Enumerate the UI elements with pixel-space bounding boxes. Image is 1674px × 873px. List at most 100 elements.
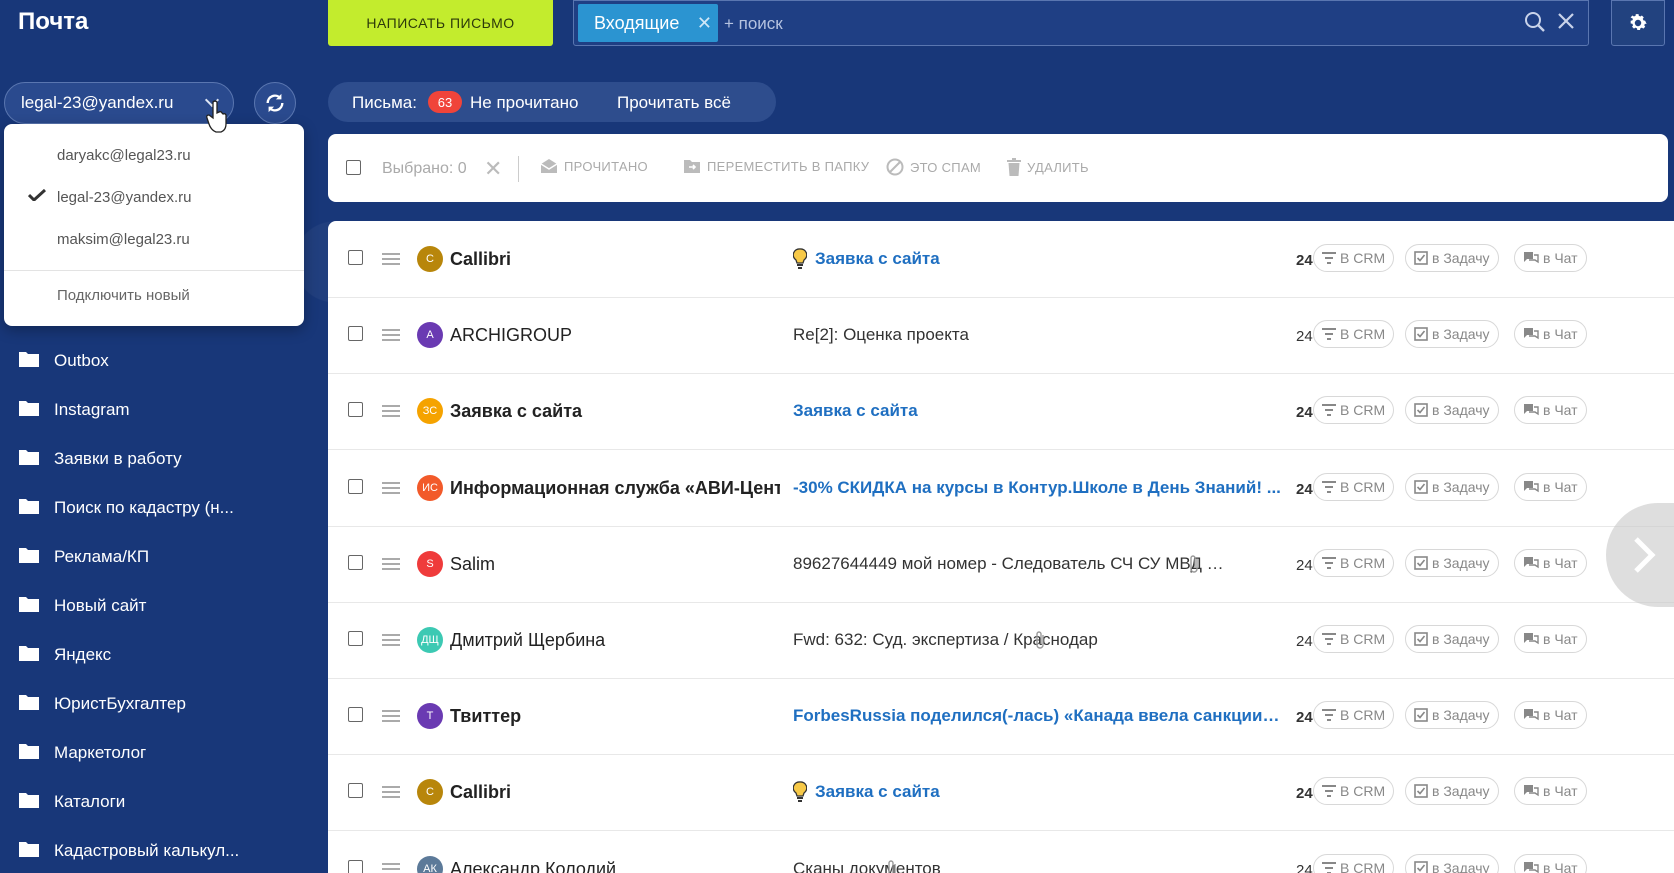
email-checkbox[interactable] [348,783,363,799]
delete-button[interactable]: УДАЛИТЬ [1007,158,1089,176]
checkbox-task-icon [1414,860,1428,873]
to-chat-button[interactable]: в Чат [1514,548,1587,577]
folder-icon [19,597,39,612]
to-task-button[interactable]: в Задачу [1405,320,1499,349]
email-row[interactable]: S Salim 89627644449 мой номер - Следовател… [328,526,1674,603]
to-crm-button[interactable]: В CRM [1313,244,1395,272]
connect-new-account[interactable]: Подключить новый [4,273,304,317]
to-crm-button[interactable]: В CRM [1313,548,1395,577]
search-icon[interactable] [1524,11,1546,33]
email-subject[interactable]: Fwd: 632: Суд. экспертиза / Краснодар [793,630,1228,650]
sidebar-folder-item[interactable]: ЮристБухгалтер [0,679,328,728]
sidebar-folder-item[interactable]: Каталоги [0,777,328,826]
email-row[interactable]: CCallibriЗаявка с сайта24 авгВ CRMв Зада… [328,221,1674,298]
email-subject[interactable]: -30% СКИДКА на курсы в Контур.Школе в Де… [793,478,1283,498]
compose-button[interactable]: НАПИСАТЬ ПИСЬМО [328,0,553,46]
email-checkbox[interactable] [348,250,363,265]
email-checkbox[interactable] [348,402,363,418]
clear-icon[interactable] [1556,11,1576,31]
drag-handle-icon[interactable] [382,557,400,570]
to-task-button[interactable]: в Задачу [1405,853,1499,873]
to-chat-button[interactable]: в Чат [1514,701,1587,730]
to-crm-button[interactable]: В CRM [1313,777,1395,806]
email-checkbox[interactable] [348,707,363,723]
mark-spam-button[interactable]: ЭТО СПАМ [886,158,981,176]
to-crm-button[interactable]: В CRM [1313,472,1395,501]
to-task-button[interactable]: в Задачу [1405,701,1499,730]
clear-selection-icon[interactable]: ✕ [484,156,502,182]
email-sender: Заявка с сайта [450,401,583,422]
email-subject[interactable]: Заявка с сайта [793,401,1283,421]
drag-handle-icon[interactable] [382,405,400,418]
search-folder-tag[interactable]: Входящие ✕ [578,4,718,42]
refresh-button[interactable] [254,82,296,124]
sidebar-folder-item[interactable]: Маркетолог [0,728,328,777]
unread-filter-link[interactable]: Не прочитано [470,93,578,113]
email-row[interactable]: ИС Информационная служба «АВИ-Центр» -30% … [328,450,1674,527]
to-chat-button[interactable]: в Чат [1514,244,1587,272]
sidebar-folder-item[interactable]: Заявки в работу [0,434,328,483]
select-all-checkbox[interactable] [346,160,361,175]
drag-handle-icon[interactable] [382,329,400,342]
email-subject[interactable]: ForbesRussia поделился(-лась) «Канада вв… [793,706,1283,726]
move-to-folder-button[interactable]: ПЕРЕМЕСТИТЬ В ПАПКУ [683,158,869,174]
drag-handle-icon[interactable] [382,481,400,494]
to-chat-button[interactable]: в Чат [1514,777,1587,806]
checkbox-task-icon [1414,251,1428,265]
drag-handle-icon[interactable] [382,862,400,873]
email-row[interactable]: ЗСЗаявка с сайтаЗаявка с сайта24 авгВ CR… [328,373,1674,451]
email-row[interactable]: АКАлександр КолодийСканы документов24 ав… [328,831,1674,873]
drag-handle-icon[interactable] [382,786,400,799]
sidebar-folder-item[interactable]: Яндекс [0,630,328,679]
to-task-button[interactable]: в Задачу [1405,472,1499,501]
settings-button[interactable] [1611,0,1665,46]
to-chat-button[interactable]: в Чат [1514,320,1587,349]
to-crm-button[interactable]: В CRM [1313,625,1395,653]
email-subject[interactable]: Заявка с сайта [815,782,1305,802]
to-task-button[interactable]: в Задачу [1405,396,1499,425]
email-row[interactable]: AARCHIGROUPRe[2]: Оценка проекта24 авгВ … [328,297,1674,375]
close-icon[interactable]: ✕ [697,13,712,34]
account-selector[interactable]: legal-23@yandex.ru [4,82,234,124]
email-checkbox[interactable] [348,554,363,570]
search-input[interactable] [724,7,1284,41]
account-option-selected[interactable]: legal-23@yandex.ru [4,175,304,219]
sidebar-folder-item[interactable]: Instagram [0,385,328,434]
email-row[interactable]: T Твиттер ForbesRussia поделился(-лась) «К… [328,678,1674,756]
to-crm-button[interactable]: В CRM [1313,320,1395,349]
filter-icon [1322,404,1336,417]
to-chat-button[interactable]: в Чат [1514,625,1587,653]
email-checkbox[interactable] [348,326,363,342]
read-all-link[interactable]: Прочитать всё [617,93,731,113]
email-row[interactable]: CCallibriЗаявка с сайта24 авгВ CRMв Зада… [328,754,1674,832]
drag-handle-icon[interactable] [382,253,400,265]
sidebar-folder-item[interactable]: Поиск по кадастру (н... [0,483,328,532]
sidebar-folder-item[interactable]: Кадастровый калькул... [0,826,328,873]
account-option[interactable]: daryakc@legal23.ru [4,133,304,177]
drag-handle-icon[interactable] [382,710,400,723]
to-chat-button[interactable]: в Чат [1514,396,1587,425]
to-task-button[interactable]: в Задачу [1405,777,1499,806]
drag-handle-icon[interactable] [382,634,400,646]
email-subject[interactable]: Заявка с сайта [815,249,1305,269]
email-subject[interactable]: 89627644449 мой номер - Следователь СЧ С… [793,554,1228,574]
account-option[interactable]: maksim@legal23.ru [4,217,304,261]
to-task-button[interactable]: в Задачу [1405,625,1499,653]
email-checkbox[interactable] [348,478,363,494]
to-crm-button[interactable]: В CRM [1313,396,1395,425]
to-chat-button[interactable]: в Чат [1514,472,1587,501]
email-row[interactable]: ДЩ Дмитрий Щербина Fwd: 632: Суд. эксперти… [328,602,1674,679]
to-chat-button[interactable]: в Чат [1514,853,1587,873]
email-subject[interactable]: Re[2]: Оценка проекта [793,325,1283,345]
to-task-button[interactable]: в Задачу [1405,244,1499,272]
email-subject[interactable]: Сканы документов [793,859,1228,873]
to-task-button[interactable]: в Задачу [1405,548,1499,577]
email-checkbox[interactable] [348,859,363,873]
sidebar-folder-item[interactable]: Новый сайт [0,581,328,630]
email-checkbox[interactable] [348,631,363,646]
sidebar-folder-item[interactable]: Реклама/КП [0,532,328,581]
mark-read-button[interactable]: ПРОЧИТАНО [540,158,648,174]
to-crm-button[interactable]: В CRM [1313,853,1395,873]
to-crm-button[interactable]: В CRM [1313,701,1395,730]
sidebar-folder-item[interactable]: Outbox [0,336,328,385]
